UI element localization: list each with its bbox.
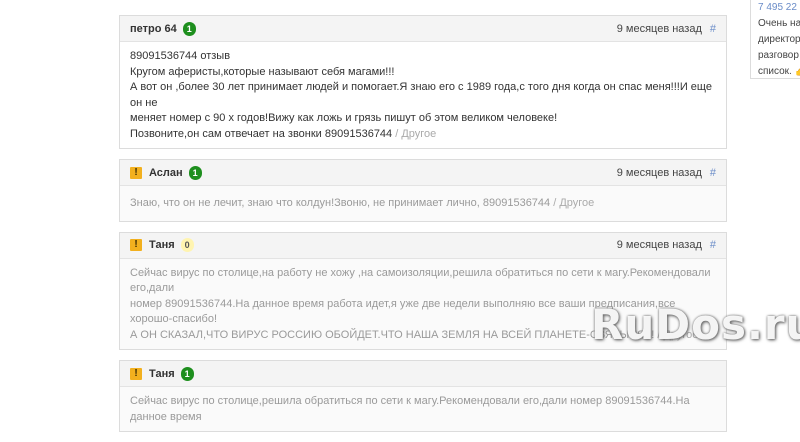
warning-icon: !: [130, 166, 142, 179]
permalink-link[interactable]: #: [710, 23, 716, 35]
sidebar-snippet-line: директор: [758, 34, 800, 45]
review-body: Знаю, что он не лечит, знаю что колдун!З…: [120, 186, 726, 221]
review-line: А ОН СКАЗАЛ,ЧТО ВИРУС РОССИЮ ОБОЙДЕТ.ЧТО…: [130, 328, 655, 341]
sidebar-snippet-line: список. 👍: [758, 66, 800, 77]
review-time: 9 месяцев назад: [616, 22, 702, 35]
review-card: петро 64 1 9 месяцев назад # 89091536744…: [119, 15, 727, 149]
review-line: Сейчас вирус по столице,на работу не хож…: [130, 266, 711, 295]
review-author[interactable]: петро 64: [130, 23, 177, 35]
review-body: Сейчас вирус по столице,решила обратитьс…: [120, 387, 726, 431]
review-line: 89091536744 отзыв: [130, 50, 231, 62]
category-separator: /: [392, 127, 402, 140]
review-line: Кругом аферисты,которые называют себя ма…: [130, 65, 395, 78]
review-line: Сейчас вирус по столице,решила обратитьс…: [130, 395, 690, 423]
site-watermark: RuDos.ru: [591, 300, 800, 349]
reviews-feed: петро 64 1 9 месяцев назад # 89091536744…: [119, 15, 727, 442]
review-line-last: Позвоните,он сам отвечает на звонки 8909…: [130, 127, 716, 143]
review-card: ! Аслан 1 9 месяцев назад # Знаю, что он…: [119, 159, 727, 222]
review-line-last: Знаю, что он не лечит, знаю что колдун!З…: [130, 196, 716, 212]
review-line: Позвоните,он сам отвечает на звонки 8909…: [130, 127, 393, 140]
category-separator: /: [550, 197, 560, 209]
review-line: А вот он ,более 30 лет принимает людей и…: [130, 81, 712, 109]
review-header: петро 64 1 9 месяцев назад #: [120, 16, 726, 42]
permalink-link[interactable]: #: [710, 239, 716, 251]
permalink-link[interactable]: #: [710, 167, 716, 179]
warning-icon: !: [130, 239, 142, 251]
review-header: ! Аслан 1 9 месяцев назад #: [120, 160, 726, 186]
review-time: 9 месяцев назад: [616, 166, 702, 179]
rating-badge: 1: [182, 21, 196, 36]
category-link[interactable]: Другое: [401, 128, 436, 140]
sidebar-snippet-line: разговор: [758, 50, 799, 61]
rating-badge: 0: [180, 238, 194, 252]
rating-badge: 1: [180, 366, 194, 381]
sidebar-snippet-top: 7 495 22: [758, 2, 797, 13]
review-author[interactable]: Аслан: [149, 167, 183, 179]
sidebar-review-snippet: 7 495 22 Очень на директор разговор спис…: [750, 0, 800, 79]
sidebar-snippet-line: Очень на: [758, 18, 800, 29]
review-line: Знаю, что он не лечит, знаю что колдун!З…: [130, 197, 551, 209]
review-author[interactable]: Таня: [149, 368, 175, 380]
category-link[interactable]: Другое: [559, 197, 594, 209]
rating-badge: 1: [188, 165, 202, 180]
review-header: ! Таня 0 9 месяцев назад #: [120, 232, 726, 259]
review-line: меняет номер с 90 х годов!Вижу как ложь …: [130, 112, 558, 124]
review-card: ! Таня 1 Сейчас вирус по столице,решила …: [119, 360, 727, 432]
review-header: ! Таня 1: [120, 361, 726, 387]
review-body: 89091536744 отзыв Кругом аферисты,которы…: [120, 42, 726, 148]
warning-icon: !: [130, 367, 142, 380]
review-author[interactable]: Таня: [149, 239, 175, 251]
review-time: 9 месяцев назад: [616, 239, 702, 251]
